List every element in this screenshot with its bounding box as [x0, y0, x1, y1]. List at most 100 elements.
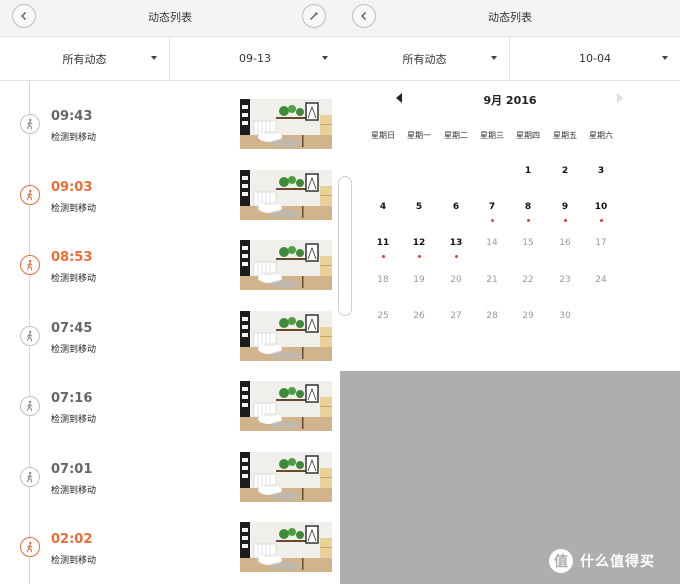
- calendar-day: 27: [450, 311, 462, 321]
- filter-bar: 所有动态 10-04: [340, 36, 680, 81]
- calendar-day: 28: [486, 311, 498, 321]
- calendar-day: 18: [377, 275, 389, 285]
- event-description: 检测到移动: [51, 344, 97, 355]
- recording-dot: [381, 255, 385, 258]
- event-type-icon: [20, 325, 40, 346]
- calendar-day[interactable]: 5: [401, 202, 437, 212]
- event-thumbnail[interactable]: [240, 451, 332, 502]
- event-thumbnail[interactable]: [240, 310, 332, 361]
- next-month-arrow-icon: [617, 93, 623, 103]
- recording-dot: [454, 255, 458, 258]
- date-dropdown[interactable]: 10-04: [510, 37, 680, 80]
- calendar-day: 29: [522, 311, 534, 321]
- caret-down-icon: [151, 56, 157, 60]
- calendar-day[interactable]: 1: [510, 166, 546, 176]
- calendar-day[interactable]: 8: [510, 202, 546, 212]
- calendar-day[interactable]: 6: [438, 202, 474, 212]
- event-time: 09:03: [51, 179, 93, 195]
- walking-person-icon: [26, 400, 33, 412]
- weekday-label: 星期三: [480, 131, 504, 140]
- caret-down-icon: [322, 56, 328, 60]
- calendar-day[interactable]: 12: [401, 238, 437, 248]
- event-item[interactable]: 07:45 检测到移动: [0, 309, 340, 379]
- recording-dot: [490, 219, 494, 222]
- svg-text:值: 值: [554, 553, 568, 570]
- recording-dot: [563, 219, 567, 222]
- calendar-day: 22: [522, 275, 534, 285]
- calendar-panel: 动态列表 所有动态 10-04 9月 2016 星期日 星期一 星期二 星期三 星期四 星…: [340, 0, 680, 584]
- event-item[interactable]: 07:16 检测到移动: [0, 379, 340, 449]
- calendar-day: 16: [559, 238, 571, 248]
- recording-dot: [526, 219, 530, 222]
- event-item[interactable]: 07:01 检测到移动: [0, 450, 340, 520]
- event-description: 检测到移动: [51, 274, 97, 284]
- event-time: 07:01: [51, 461, 93, 477]
- walking-person-icon: [26, 471, 33, 482]
- calendar-day[interactable]: 7: [474, 202, 510, 212]
- calendar-day[interactable]: 13: [438, 238, 474, 248]
- event-item[interactable]: 09:43 检测到移动: [0, 97, 340, 167]
- event-time: 07:16: [51, 391, 93, 406]
- date-dropdown[interactable]: 09-13: [170, 37, 340, 80]
- calendar-day[interactable]: 9: [547, 202, 583, 212]
- calendar-day: 23: [559, 275, 571, 285]
- event-thumbnail[interactable]: [240, 522, 332, 572]
- title-bar: 动态列表: [340, 0, 680, 36]
- calendar-day: 25: [377, 311, 389, 321]
- event-type-icon: [20, 184, 40, 205]
- calendar-day: 19: [413, 275, 425, 285]
- event-item[interactable]: 02:02 检测到移动: [0, 520, 340, 584]
- calendar-day[interactable]: 2: [547, 166, 583, 176]
- watermark: 值 什么值得买: [548, 548, 655, 574]
- calendar-day: 30: [559, 311, 571, 321]
- calendar-day[interactable]: 10: [583, 202, 619, 212]
- event-type-icon: [20, 466, 40, 487]
- watermark-text: 什么值得买: [580, 554, 655, 570]
- edit-button[interactable]: [302, 4, 326, 28]
- weekday-label: 星期二: [444, 131, 468, 140]
- event-thumbnail[interactable]: [240, 240, 332, 290]
- calendar-day: 15: [522, 238, 534, 248]
- event-type-dropdown[interactable]: 所有动态: [0, 37, 170, 80]
- event-time: 09:43: [51, 109, 93, 124]
- calendar-day[interactable]: 4: [365, 202, 401, 212]
- calendar-header: 9月 2016: [340, 81, 680, 117]
- smzdm-logo-icon: 值: [549, 549, 573, 573]
- event-description: 检测到移动: [51, 203, 97, 214]
- date-value: 10-04: [579, 52, 611, 65]
- event-thumbnail[interactable]: [240, 99, 332, 149]
- walking-person-icon: [26, 541, 33, 553]
- recording-dot: [599, 219, 603, 222]
- event-item[interactable]: 08:53 检测到移动: [0, 238, 340, 308]
- event-type-dropdown[interactable]: 所有动态: [340, 37, 510, 80]
- event-item[interactable]: 09:03 检测到移动: [0, 168, 340, 238]
- walking-person-icon: [26, 118, 33, 130]
- calendar-day[interactable]: 11: [365, 238, 401, 248]
- event-time: 02:02: [51, 532, 93, 547]
- event-list-panel: 动态列表 所有动态 09-13 09:43 检测到移动 09:03 检测到移动 08:5…: [0, 0, 340, 584]
- calendar-day: 21: [486, 275, 498, 285]
- calendar-day[interactable]: 3: [583, 166, 619, 176]
- calendar-day: 24: [595, 275, 607, 285]
- weekday-label: 星期四: [516, 131, 540, 140]
- walking-person-icon: [26, 259, 33, 271]
- event-description: 检测到移动: [51, 133, 97, 143]
- weekday-label: 星期五: [553, 131, 577, 140]
- event-type-icon: [20, 255, 40, 275]
- walking-person-icon: [26, 330, 33, 341]
- caret-down-icon: [662, 56, 668, 60]
- title-bar: 动态列表: [0, 0, 340, 36]
- walking-person-icon: [26, 189, 33, 200]
- weekday-label: 星期日: [371, 131, 395, 140]
- date-value: 09-13: [239, 52, 271, 65]
- event-time: 07:45: [51, 320, 93, 336]
- calendar-day: 20: [450, 275, 462, 285]
- event-type-value: 所有动态: [62, 52, 107, 66]
- event-thumbnail[interactable]: [240, 169, 332, 220]
- event-description: 检测到移动: [51, 485, 97, 496]
- event-type-value: 所有动态: [402, 52, 447, 66]
- drawer-handle[interactable]: [338, 176, 352, 316]
- event-thumbnail[interactable]: [240, 381, 332, 431]
- event-type-icon: [20, 396, 40, 416]
- calendar-day: 14: [486, 238, 498, 248]
